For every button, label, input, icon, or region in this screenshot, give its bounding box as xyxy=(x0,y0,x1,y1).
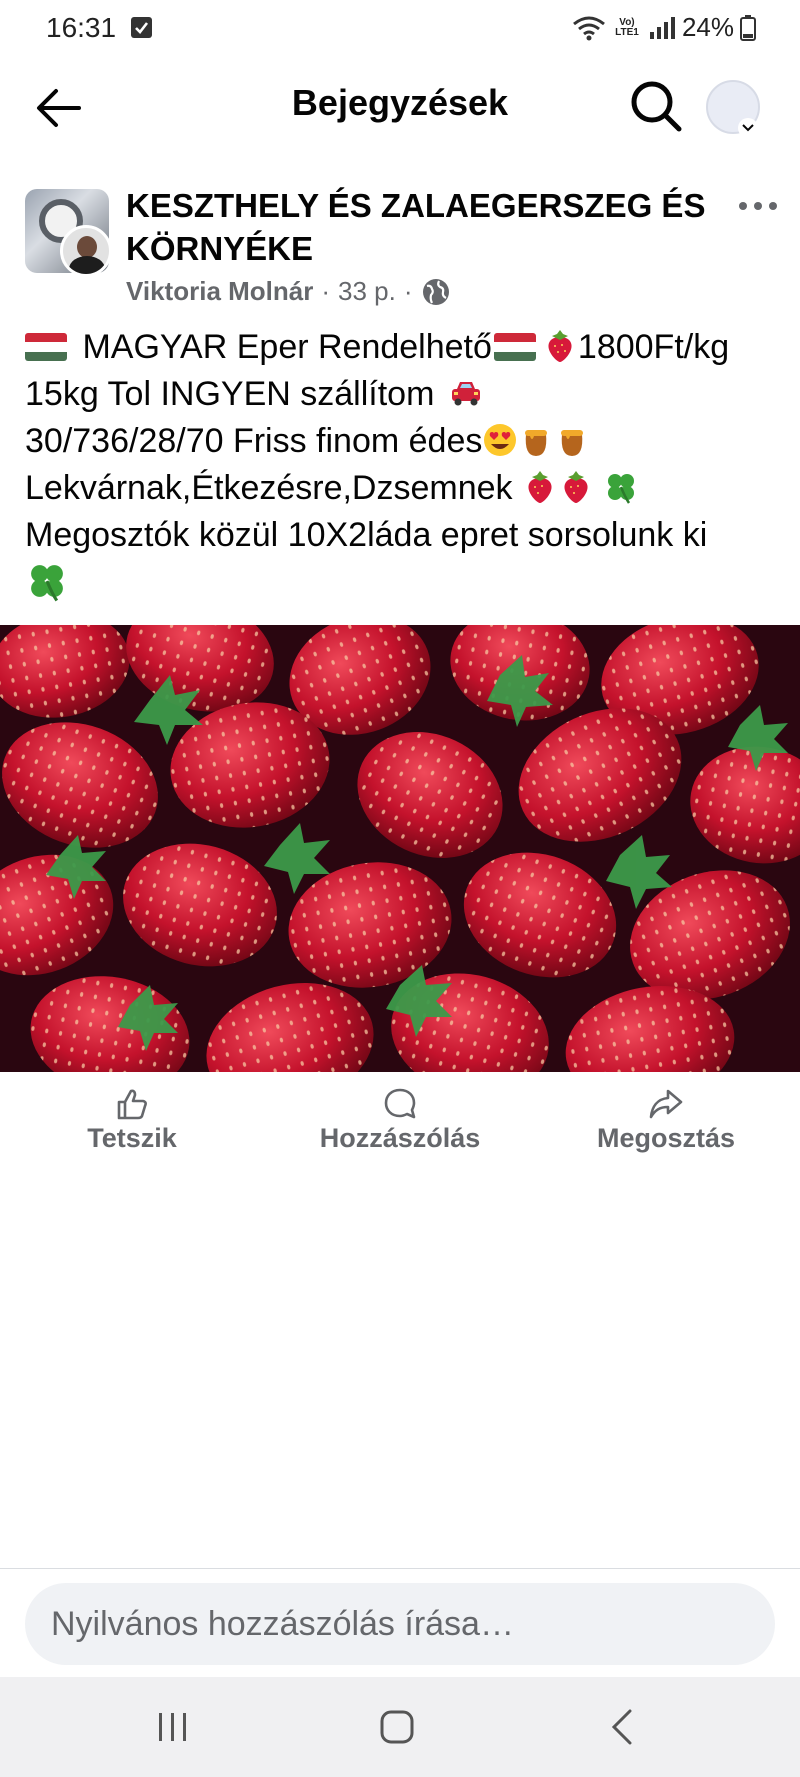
battery-percent: 24% xyxy=(681,12,734,42)
post-text-segment: Megosztók közül 10X2láda epret sorsolunk… xyxy=(25,516,708,554)
post-body: MAGYAR Eper Rendelhető 1800Ft/kg 15kg Tol… xyxy=(25,324,785,610)
home-icon xyxy=(380,1710,414,1744)
comment-label: Hozzászólás xyxy=(319,1123,481,1153)
post-text-segment: 15kg Tol INGYEN szállítom xyxy=(25,375,435,413)
comment-bubble-icon xyxy=(384,1088,416,1119)
post-line-3: 30/736/28/70 Friss finom édes xyxy=(25,418,785,465)
status-bar: 16:31 Vo) LTE1 24% xyxy=(0,0,800,58)
globe-icon xyxy=(422,278,449,305)
post-text-segment: 30/736/28/70 Friss finom édes xyxy=(25,422,483,460)
group-name-link[interactable]: KESZTHELY ÉS ZALAEGERSZEG ÉS KÖRNYÉKE xyxy=(126,184,726,270)
author-avatar[interactable] xyxy=(60,225,112,277)
honey-pot-icon xyxy=(525,430,548,456)
post-line-2: 15kg Tol INGYEN szállítom xyxy=(25,371,785,418)
like-label: Tetszik xyxy=(87,1123,177,1153)
honey-pot-icon xyxy=(561,430,584,456)
post-text-segment: MAGYAR Eper Rendelhető xyxy=(82,328,492,366)
four-leaf-clover-icon xyxy=(608,474,635,504)
post-line-6 xyxy=(25,559,785,610)
strawberry-icon xyxy=(528,471,552,503)
notification-check-icon xyxy=(131,17,152,38)
post-line-5: Megosztók közül 10X2láda epret sorsolunk… xyxy=(25,512,785,559)
post-photo[interactable] xyxy=(0,625,800,1072)
home-button[interactable] xyxy=(357,1702,437,1752)
strawberries-photo xyxy=(0,625,800,1072)
network-type: Vo) LTE1 xyxy=(615,16,639,38)
chevron-left-icon xyxy=(611,1709,632,1745)
hungary-flag-icon xyxy=(25,333,67,361)
four-leaf-clover-icon xyxy=(31,565,63,602)
signal-icon xyxy=(649,16,675,39)
share-arrow-icon xyxy=(649,1089,683,1119)
meta-separator: · xyxy=(403,276,413,306)
status-indicators: Vo) LTE1 24% xyxy=(572,12,756,43)
post-time[interactable]: 33 p. xyxy=(338,276,396,307)
recent-apps-icon xyxy=(159,1713,186,1741)
battery-icon xyxy=(740,14,756,41)
post-actions: Tetszik Hozzászólás Megosztás xyxy=(0,1075,800,1165)
wifi-icon xyxy=(573,16,605,40)
hungary-flag-icon xyxy=(493,333,536,361)
strawberry-icon xyxy=(548,330,572,362)
recent-apps-button[interactable] xyxy=(133,1702,213,1752)
thumbs-up-icon xyxy=(117,1089,147,1120)
chevron-down-icon xyxy=(738,118,758,138)
comment-input[interactable]: Nyilvános hozzászólás írása… xyxy=(25,1583,775,1665)
post-meta: Viktoria Molnár · 33 p. · xyxy=(126,276,451,307)
share-label: Megosztás xyxy=(596,1123,736,1153)
like-button[interactable]: Tetszik xyxy=(22,1075,242,1165)
author-name-link[interactable]: Viktoria Molnár xyxy=(126,276,313,307)
top-app-bar: Bejegyzések xyxy=(0,58,800,154)
share-button[interactable]: Megosztás xyxy=(556,1075,776,1165)
post-line-4: Lekvárnak,Étkezésre,Dzsemnek xyxy=(25,465,785,512)
status-time: 16:31 xyxy=(46,12,117,43)
heart-eyes-emoji-icon xyxy=(484,424,517,456)
comment-button[interactable]: Hozzászólás xyxy=(290,1075,510,1165)
system-nav-bar xyxy=(0,1677,800,1777)
comment-composer: Nyilvános hozzászólás írása… xyxy=(0,1568,800,1676)
car-icon xyxy=(451,382,480,406)
system-back-button[interactable] xyxy=(582,1702,662,1752)
search-button[interactable] xyxy=(628,78,684,134)
search-icon xyxy=(631,81,682,132)
post-text-segment: 1800Ft/kg xyxy=(577,328,730,366)
post-text-segment: Lekvárnak,Étkezésre,Dzsemnek xyxy=(25,469,513,507)
meta-separator: · xyxy=(321,276,331,306)
more-options-button[interactable] xyxy=(734,194,782,218)
post-line-1: MAGYAR Eper Rendelhető 1800Ft/kg xyxy=(25,324,785,371)
strawberry-icon xyxy=(564,471,588,503)
